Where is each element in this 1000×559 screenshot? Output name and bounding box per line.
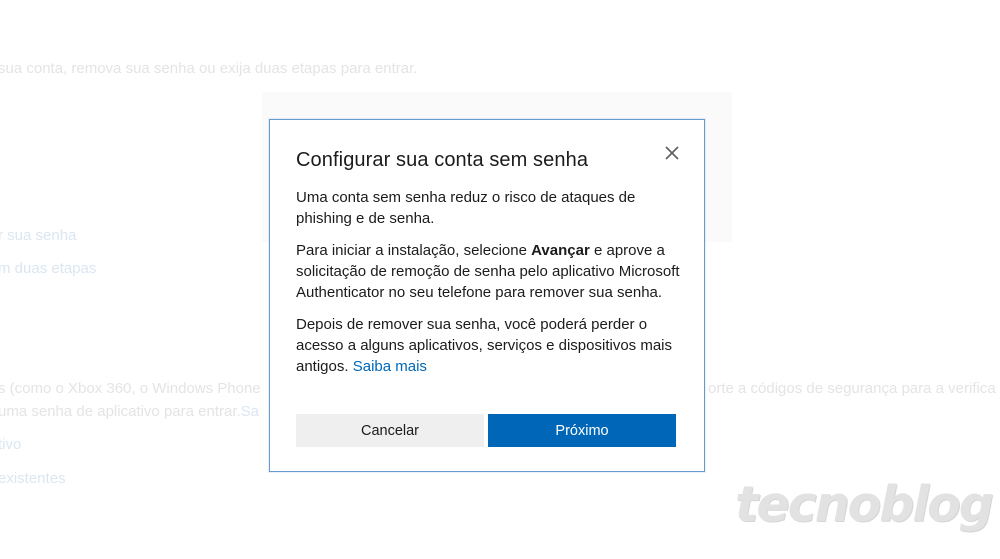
background-link-existing[interactable]: existentes: [0, 470, 66, 487]
close-icon: [661, 142, 683, 164]
next-button[interactable]: Próximo: [488, 414, 676, 447]
background-link-learn-more[interactable]: Sa: [241, 403, 259, 420]
background-link-app[interactable]: tivo: [0, 436, 21, 453]
background-link-change-password[interactable]: r sua senha: [0, 227, 76, 244]
background-text-codes: orte a códigos de segurança para a verif…: [708, 380, 996, 397]
close-button[interactable]: [661, 142, 683, 164]
cancel-button[interactable]: Cancelar: [296, 414, 484, 447]
dialog-body: Uma conta sem senha reduz o risco de ata…: [296, 187, 681, 388]
learn-more-link[interactable]: Saiba mais: [353, 358, 427, 375]
dialog-paragraph-instructions: Para iniciar a instalação, selecione Ava…: [296, 242, 680, 301]
background-link-two-step[interactable]: m duas etapas: [0, 260, 96, 277]
watermark-logo: tecnoblog: [735, 476, 994, 533]
background-text-app-password: uma senha de aplicativo para entrar.Sa: [0, 403, 260, 420]
dialog-paragraph-risk: Uma conta sem senha reduz o risco de ata…: [296, 189, 636, 227]
dialog-paragraph-warning: Depois de remover sua senha, você poderá…: [296, 316, 673, 375]
background-description: sua conta, remova sua senha ou exija dua…: [0, 60, 418, 77]
passwordless-dialog: Configurar sua conta sem senha Uma conta…: [269, 119, 705, 472]
background-text-devices: s (como o Xbox 360, o Windows Phone: [0, 380, 261, 397]
dialog-title: Configurar sua conta sem senha: [296, 149, 589, 171]
next-step-emphasis: Avançar: [531, 242, 590, 259]
